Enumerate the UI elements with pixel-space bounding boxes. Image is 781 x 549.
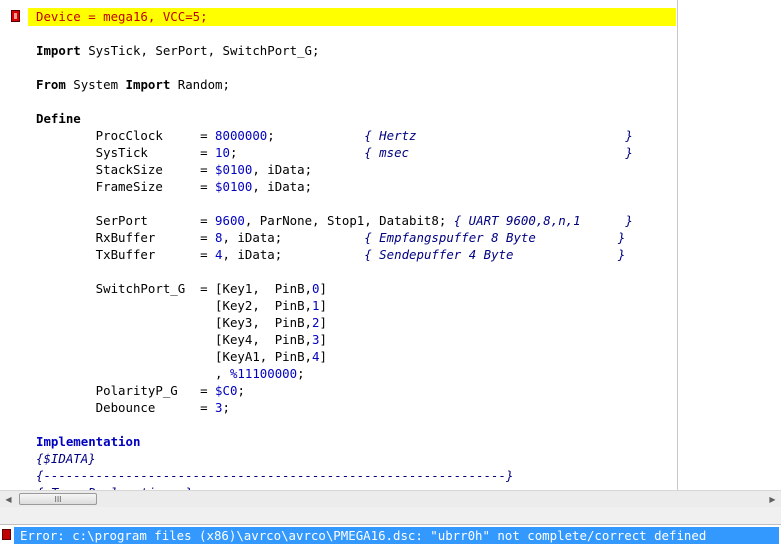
code-token: Define xyxy=(36,111,81,126)
code-token: [KeyA1, PinB, xyxy=(36,349,313,364)
code-token: {$IDATA} xyxy=(36,451,96,466)
code-token: SysTick = xyxy=(36,145,216,160)
code-token: ] xyxy=(319,298,327,313)
code-token: ProcClock = xyxy=(36,128,216,143)
scroll-left-arrow-icon[interactable]: ◀ xyxy=(0,491,17,507)
code-token: ] xyxy=(319,281,327,296)
code-line-switchport[interactable]: [Key2, PinB,1] xyxy=(36,297,327,314)
error-icon xyxy=(2,529,11,540)
panel-divider xyxy=(0,507,781,524)
code-token: Import xyxy=(125,77,171,92)
code-token: ; xyxy=(237,383,245,398)
code-token: [Key4, PinB, xyxy=(36,332,313,347)
code-token: ] xyxy=(319,349,327,364)
right-margin-line xyxy=(677,0,678,490)
code-token: , ParNone, Stop1, Databit8; xyxy=(244,213,454,228)
code-line-stacksize[interactable]: StackSize = $0100, iData; xyxy=(36,161,312,178)
code-token: { Sendepuffer 4 Byte } xyxy=(364,247,626,262)
code-line-procclock[interactable]: ProcClock = 8000000; { Hertz } xyxy=(36,127,633,144)
code-token: , xyxy=(36,366,230,381)
code-line-switchport[interactable]: [Key3, PinB,2] xyxy=(36,314,327,331)
code-token: 8000000 xyxy=(215,128,268,143)
code-line-idata[interactable]: {$IDATA} xyxy=(36,450,96,467)
code-line-polarity[interactable]: PolarityP_G = $C0; xyxy=(36,382,245,399)
code-token: StackSize = xyxy=(36,162,216,177)
code-line-framesize[interactable]: FrameSize = $0100, iData; xyxy=(36,178,312,195)
code-token: 8 xyxy=(215,230,223,245)
code-line-device[interactable]: Device = mega16, VCC=5; xyxy=(36,8,208,25)
code-token: 10 xyxy=(215,145,230,160)
code-line-separator[interactable]: {---------------------------------------… xyxy=(36,467,513,484)
code-token: { UART 9600,8,n,1 } xyxy=(453,213,633,228)
code-token: { Hertz } xyxy=(364,128,633,143)
code-token: ; xyxy=(267,128,365,143)
editor-gutter[interactable] xyxy=(0,0,28,490)
code-token: ; xyxy=(222,400,230,415)
code-editor[interactable]: Device = mega16, VCC=5; Import SysTick, … xyxy=(0,0,781,490)
code-line-debounce[interactable]: Debounce = 3; xyxy=(36,399,230,416)
horizontal-scrollbar[interactable]: ◀ III ▶ xyxy=(0,490,781,507)
code-token: {---------------------------------------… xyxy=(36,468,514,483)
code-token: PolarityP_G = xyxy=(36,383,216,398)
code-line-switchport[interactable]: [KeyA1, PinB,4] xyxy=(36,348,327,365)
code-token: From xyxy=(36,77,66,92)
code-token: Import xyxy=(36,43,81,58)
code-token: FrameSize = xyxy=(36,179,216,194)
code-token: , iData; xyxy=(252,179,313,194)
code-token: Debounce = xyxy=(36,400,216,415)
scrollbar-thumb[interactable]: III xyxy=(19,493,97,505)
code-line-switchport[interactable]: SwitchPort_G = [Key1, PinB,0] xyxy=(36,280,327,297)
code-token: { msec } xyxy=(364,145,633,160)
code-token: Device = mega16, VCC=5; xyxy=(36,9,208,24)
code-token: SerPort = xyxy=(36,213,216,228)
code-line-implementation[interactable]: Implementation xyxy=(36,433,140,450)
code-line-switchport[interactable]: [Key4, PinB,3] xyxy=(36,331,327,348)
code-token: ] xyxy=(319,332,327,347)
scroll-right-arrow-icon[interactable]: ▶ xyxy=(764,491,781,507)
code-token: System xyxy=(65,77,126,92)
code-token: RxBuffer = xyxy=(36,230,216,245)
breakpoint-marker-icon[interactable] xyxy=(11,10,20,22)
code-token: Random; xyxy=(170,77,230,92)
code-line-from[interactable]: From System Import Random; xyxy=(36,76,230,93)
code-token: 9600 xyxy=(215,213,245,228)
code-line-switchport[interactable]: , %11100000; xyxy=(36,365,305,382)
code-line-define[interactable]: Define xyxy=(36,110,81,127)
error-message-text[interactable]: Error: c:\program files (x86)\avrco\avrc… xyxy=(20,527,706,544)
code-token: 4 xyxy=(215,247,223,262)
code-token: Implementation xyxy=(36,434,141,449)
code-token: ; xyxy=(297,366,305,381)
code-token: , iData; xyxy=(222,247,365,262)
code-token: ; xyxy=(229,145,365,160)
code-token: 3 xyxy=(215,400,223,415)
code-token: $0100 xyxy=(215,179,253,194)
code-token: , iData; xyxy=(222,230,365,245)
code-line-systick[interactable]: SysTick = 10; { msec } xyxy=(36,144,633,161)
code-token: $0100 xyxy=(215,162,253,177)
code-token: %11100000 xyxy=(229,366,298,381)
code-line-serport[interactable]: SerPort = 9600, ParNone, Stop1, Databit8… xyxy=(36,212,633,229)
code-line-rxbuffer[interactable]: RxBuffer = 8, iData; { Empfangspuffer 8 … xyxy=(36,229,626,246)
code-token: ] xyxy=(319,315,327,330)
code-token: $C0 xyxy=(215,383,238,398)
code-line-import[interactable]: Import SysTick, SerPort, SwitchPort_G; xyxy=(36,42,319,59)
code-token: [Key3, PinB, xyxy=(36,315,313,330)
code-token: { Empfangspuffer 8 Byte } xyxy=(364,230,626,245)
code-token: , iData; xyxy=(252,162,313,177)
message-panel: Error: c:\program files (x86)\avrco\avrc… xyxy=(0,524,781,549)
code-token: TxBuffer = xyxy=(36,247,216,262)
code-token: SwitchPort_G = [Key1, PinB, xyxy=(36,281,313,296)
code-line-txbuffer[interactable]: TxBuffer = 4, iData; { Sendepuffer 4 Byt… xyxy=(36,246,626,263)
code-token: [Key2, PinB, xyxy=(36,298,313,313)
code-token: SysTick, SerPort, SwitchPort_G; xyxy=(80,43,320,58)
